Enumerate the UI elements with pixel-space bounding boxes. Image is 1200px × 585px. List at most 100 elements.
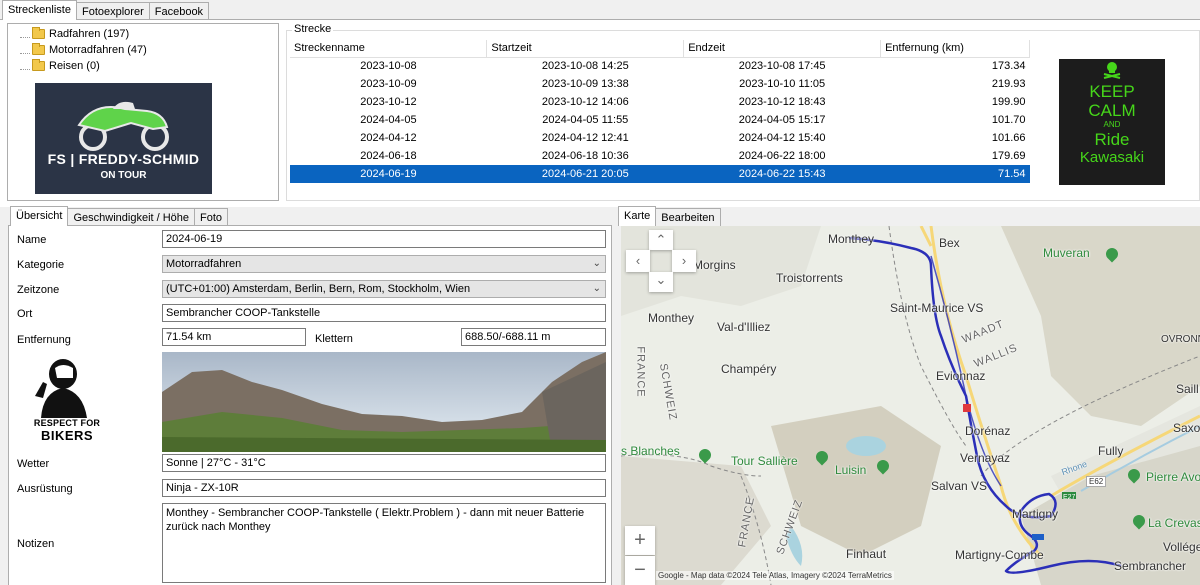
panorama-image (162, 352, 606, 452)
kategorie-select[interactable]: Motorradfahren ⌄ (162, 255, 606, 273)
pan-left-button[interactable]: ‹ (626, 250, 650, 272)
kategorie-value: Motorradfahren (166, 258, 242, 270)
tree-item-label: Motorradfahren (47) (49, 44, 147, 56)
tree-item-motorradfahren[interactable]: Motorradfahren (47) (20, 42, 147, 58)
folder-icon (32, 59, 45, 71)
map-label-volleges: Volléges (1163, 540, 1200, 554)
map-label-luisin: Luisin (835, 463, 867, 477)
table-row[interactable]: 2024-04-05 2024-04-05 11:55 2024-04-05 15:… (290, 111, 1030, 129)
table-row[interactable]: 2023-10-12 2023-10-12 14:06 2023-10-12 18:… (290, 93, 1030, 111)
map-view[interactable]: Monthey Bex Morgins Troistorrents Muvera… (621, 226, 1200, 585)
pan-up-button[interactable]: ⌃ (649, 230, 673, 250)
cell-streckenname: 2023-10-12 (360, 96, 417, 108)
map-label-la-crevasse: La Crevass (1148, 516, 1200, 530)
name-label: Name (17, 234, 47, 246)
cell-startzeit: 2024-04-05 11:55 (542, 114, 629, 126)
tab-facebook[interactable]: Facebook (148, 2, 210, 20)
poster-line-calm: CALM (1088, 101, 1136, 120)
biker-icon (35, 359, 87, 418)
tree-item-label: Reisen (0) (49, 60, 100, 72)
folder-icon (32, 27, 45, 39)
cell-startzeit: 2024-06-18 10:36 (541, 150, 629, 162)
pan-right-button[interactable]: › (672, 250, 696, 272)
wetter-field[interactable]: Sonne | 27°C - 31°C (162, 454, 606, 472)
tree-list: Radfahren (197) Motorradfahren (47) Reis… (20, 26, 147, 74)
map-label-e27: E27 (1063, 494, 1076, 501)
table-row[interactable]: 2023-10-08 2023-10-08 14:25 2023-10-08 17:… (290, 57, 1030, 75)
ort-field[interactable]: Sembrancher COOP-Tankstelle (162, 304, 606, 322)
category-tree: Radfahren (197) Motorradfahren (47) Reis… (7, 23, 279, 201)
zeitzone-select[interactable]: (UTC+01:00) Amsterdam, Berlin, Bern, Rom… (162, 280, 606, 298)
map-label-val-dilliez: Val-d'Illiez (717, 320, 771, 334)
tab-geschwindigkeit-hoehe[interactable]: Geschwindigkeit / Höhe (67, 208, 196, 226)
cell-startzeit: 2023-10-09 13:38 (541, 78, 629, 90)
ausruestung-label: Ausrüstung (17, 483, 73, 495)
poster-line-and: AND (1103, 120, 1121, 129)
cell-startzeit: 2023-10-12 14:06 (541, 96, 629, 108)
tab-uebersicht[interactable]: Übersicht (10, 206, 69, 226)
wetter-label: Wetter (17, 458, 50, 470)
map-terrain (621, 226, 1200, 585)
logo-subtitle: ON TOUR (100, 170, 147, 181)
cell-entfernung: 219.93 (991, 78, 1026, 90)
entfernung-field[interactable]: 71.54 km (162, 328, 306, 346)
tab-fotoexplorer[interactable]: Fotoexplorer (75, 2, 150, 20)
poster-line-kawasaki: Kawasaki (1079, 149, 1145, 166)
notizen-textarea[interactable]: Monthey - Sembrancher COOP-Tankstelle ( … (162, 503, 606, 583)
zeitzone-value: (UTC+01:00) Amsterdam, Berlin, Bern, Rom… (166, 283, 471, 295)
column-header-streckenname[interactable]: Streckenname (290, 40, 488, 58)
zoom-in-button[interactable]: + (625, 526, 655, 555)
map-label-dorenaz: Dorénaz (965, 424, 1011, 438)
map-label-e62: E62 (1086, 476, 1107, 487)
tree-item-reisen[interactable]: Reisen (0) (20, 58, 147, 74)
map-label-salvan: Salvan VS (931, 479, 988, 493)
poster-line-ride: Ride (1094, 130, 1130, 149)
notizen-label: Notizen (17, 538, 55, 550)
map-label-sembrancher: Sembrancher (1114, 559, 1187, 573)
cell-endzeit: 2024-06-22 18:00 (738, 150, 826, 162)
zeitzone-label: Zeitzone (17, 284, 60, 296)
table-row-selected[interactable]: 2024-06-19 2024-06-21 20:05 2024-06-22 15:… (290, 165, 1030, 183)
map-label-monthey-top: Monthey (828, 232, 875, 246)
respect-line2: BIKERS (40, 428, 94, 443)
cell-startzeit: 2023-10-08 14:25 (541, 60, 629, 73)
column-header-endzeit[interactable]: Endzeit (683, 40, 882, 58)
respect-line1: RESPECT FOR (33, 418, 101, 428)
cell-streckenname: 2024-06-19 (290, 165, 487, 183)
tab-karte[interactable]: Karte (618, 206, 657, 226)
klettern-field[interactable]: 688.50/-688.11 m (461, 328, 606, 346)
strecke-group-title: Strecke (292, 23, 334, 35)
map-label-morgins: Morgins (693, 258, 736, 272)
cell-startzeit: 2024-04-12 12:41 (541, 132, 629, 144)
table-row[interactable]: 2023-10-09 2023-10-09 13:38 2023-10-10 11:… (290, 75, 1030, 93)
freddy-schmid-logo: FS | FREDDY-SCHMID ON TOUR (35, 83, 212, 194)
table-row[interactable]: 2024-04-12 2024-04-12 12:41 2024-04-12 15:… (290, 129, 1030, 147)
cell-endzeit: 2024-04-12 15:40 (738, 132, 826, 144)
chevron-down-icon: ⌄ (592, 283, 601, 294)
ausruestung-field[interactable]: Ninja - ZX-10R (162, 479, 606, 497)
table-row[interactable]: 2024-06-18 2024-06-18 10:36 2024-06-22 18:… (290, 147, 1030, 165)
map-label-martigny-combe: Martigny-Combe (955, 548, 1044, 562)
map-label-saxon: Saxon V (1173, 421, 1200, 435)
pan-down-button[interactable]: ⌄ (649, 272, 673, 292)
map-tabbar: Karte Bearbeiten (618, 206, 721, 226)
column-header-startzeit[interactable]: Startzeit (486, 40, 685, 58)
detail-tabbar: Übersicht Geschwindigkeit / Höhe Foto (10, 206, 229, 226)
top-tabbar: Streckenliste Fotoexplorer Facebook (2, 0, 210, 20)
cell-entfernung: 173.34 (991, 60, 1026, 73)
map-label-vernayaz: Vernayaz (960, 451, 1011, 465)
cell-entfernung: 101.66 (991, 132, 1026, 144)
cell-endzeit: 2024-04-05 15:17 (738, 114, 826, 126)
tab-streckenliste[interactable]: Streckenliste (2, 0, 77, 20)
tab-foto[interactable]: Foto (194, 208, 229, 226)
zoom-out-button[interactable]: − (625, 556, 655, 585)
map-pan-control: ⌃ ‹ › ⌄ (626, 230, 696, 292)
column-header-entfernung[interactable]: Entfernung (km) (880, 40, 1030, 58)
cell-streckenname: 2024-06-18 (360, 150, 417, 162)
cell-endzeit: 2023-10-10 11:05 (739, 78, 826, 90)
tab-bearbeiten[interactable]: Bearbeiten (655, 208, 721, 226)
name-field[interactable]: 2024-06-19 (162, 230, 606, 248)
entfernung-label: Entfernung (17, 334, 71, 346)
poster-line-keep: KEEP (1089, 82, 1135, 101)
tree-item-radfahren[interactable]: Radfahren (197) (20, 26, 147, 42)
